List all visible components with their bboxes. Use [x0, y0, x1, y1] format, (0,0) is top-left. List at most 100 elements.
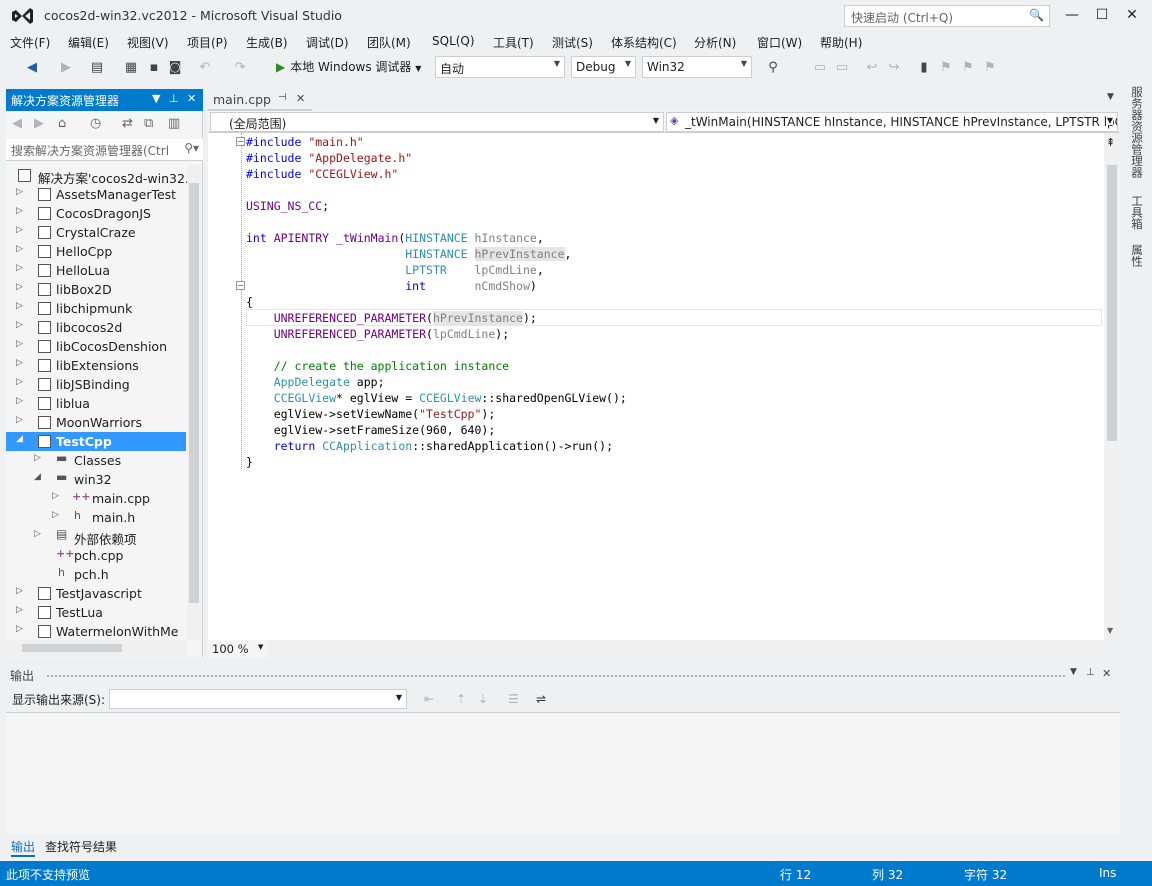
menu-window[interactable]: 窗口(W): [757, 34, 802, 51]
expand-icon[interactable]: ▷: [16, 320, 23, 330]
tree-item-project[interactable]: ▷ TestJavascript: [6, 584, 186, 603]
expand-icon[interactable]: ▷: [34, 453, 41, 463]
clear-all-icon[interactable]: ☰: [508, 692, 519, 706]
tree-item-project[interactable]: ▷ libJSBinding: [6, 375, 186, 394]
prev-bookmark-icon[interactable]: ⚑: [938, 60, 954, 76]
expand-icon[interactable]: ▷: [16, 396, 23, 406]
scrollbar-thumb[interactable]: [22, 644, 122, 652]
redo-icon[interactable]: ↷: [232, 60, 248, 76]
tab-output[interactable]: 输出: [11, 838, 36, 857]
tree-item-project[interactable]: ▷ HelloCpp: [6, 242, 186, 261]
forward-icon[interactable]: ▶: [34, 116, 44, 131]
menu-project[interactable]: 项目(P): [187, 34, 228, 51]
save-all-icon[interactable]: ◙: [167, 60, 183, 76]
find-in-files-icon[interactable]: ⚲: [765, 60, 781, 76]
menu-sql[interactable]: SQL(Q): [432, 34, 475, 48]
tree-item-folder[interactable]: ▷ ▬ Classes: [6, 451, 186, 470]
menu-help[interactable]: 帮助(H): [820, 34, 862, 51]
go-to-message-icon[interactable]: ⇤: [424, 692, 434, 706]
scroll-down-icon[interactable]: ▼: [1107, 626, 1113, 635]
solution-explorer-search[interactable]: 搜索解决方案资源管理器(Ctrl ⚲▾: [6, 139, 203, 161]
forward-icon[interactable]: ▶: [58, 60, 74, 76]
build-config-dropdown[interactable]: Debug ▼: [571, 56, 636, 78]
close-icon[interactable]: ✕: [1102, 667, 1111, 680]
next-bookmark-icon[interactable]: ⚑: [960, 60, 976, 76]
expand-icon[interactable]: ▷: [52, 510, 59, 520]
properties-tab[interactable]: 属性: [1129, 244, 1145, 267]
server-explorer-tab[interactable]: 服务器资源管理器: [1129, 86, 1145, 178]
editor-hscrollbar[interactable]: [270, 640, 1104, 658]
output-source-dropdown[interactable]: ▼: [109, 689, 407, 709]
toolbox-tab[interactable]: 工具箱: [1129, 195, 1145, 230]
tree-item-folder[interactable]: ◢ ▬ win32: [6, 470, 186, 489]
pin-icon[interactable]: ⊣: [278, 92, 287, 103]
platform-dropdown[interactable]: Win32 ▼: [642, 56, 752, 78]
expand-icon[interactable]: ▷: [16, 225, 23, 235]
tree-item-project-selected[interactable]: ◢ TestCpp: [6, 432, 186, 451]
expand-icon[interactable]: ▷: [16, 301, 23, 311]
home-icon[interactable]: ⌂: [58, 116, 66, 131]
document-tab-main-cpp[interactable]: main.cpp ⊣ ✕: [208, 89, 312, 111]
tree-item-project[interactable]: ▷ TestLua: [6, 603, 186, 622]
solution-explorer-hscrollbar[interactable]: [6, 640, 187, 656]
menu-debug[interactable]: 调试(D): [306, 34, 349, 51]
tree-item-solution[interactable]: 解决方案'cocos2d-win32.v: [6, 166, 196, 186]
expand-icon[interactable]: ▷: [16, 377, 23, 387]
menu-view[interactable]: 视图(V): [127, 34, 169, 51]
scrollbar-thumb[interactable]: [189, 183, 199, 603]
clear-bookmarks-icon[interactable]: ⚑: [982, 60, 998, 76]
close-button[interactable]: ✕: [1120, 4, 1144, 26]
tree-item-project[interactable]: ▷ libCocosDenshion: [6, 337, 186, 356]
tree-item-project[interactable]: ▷ libExtensions: [6, 356, 186, 375]
collapse-all-icon[interactable]: ⧉: [144, 116, 153, 131]
expand-icon[interactable]: ▷: [16, 187, 23, 197]
history-icon[interactable]: ◷: [90, 116, 101, 131]
zoom-dropdown[interactable]: 100 % ▼: [208, 640, 268, 658]
tree-item-file[interactable]: ▷ h main.h: [6, 508, 186, 527]
menu-edit[interactable]: 编辑(E): [68, 34, 109, 51]
menu-architecture[interactable]: 体系结构(C): [611, 34, 677, 51]
tree-item-project[interactable]: ▷ libBox2D: [6, 280, 186, 299]
expand-icon[interactable]: ▷: [16, 586, 23, 596]
prev-message-icon[interactable]: ⇡: [456, 692, 466, 706]
tree-item-project[interactable]: ▷ AssetsManagerTest: [6, 185, 186, 204]
sync-icon[interactable]: ⇄: [122, 116, 133, 131]
pin-icon[interactable]: ⊥: [169, 92, 179, 105]
function-dropdown[interactable]: ◈ _tWinMain(HINSTANCE hInstance, HINSTANC…: [666, 112, 1118, 132]
expand-icon[interactable]: ▷: [16, 263, 23, 273]
outdent-icon[interactable]: ↪: [886, 60, 902, 76]
tree-item-folder[interactable]: ▷ ▤ 外部依赖项: [6, 527, 186, 547]
scope-dropdown[interactable]: (全局范围) ▼: [210, 112, 664, 132]
menu-test[interactable]: 测试(S): [552, 34, 593, 51]
tree-item-file[interactable]: h pch.h: [6, 565, 186, 584]
comment-icon[interactable]: ▭: [812, 60, 828, 76]
close-icon[interactable]: ✕: [296, 92, 305, 105]
tree-item-project[interactable]: ▷ CocosDragonJS: [6, 204, 186, 223]
uncomment-icon[interactable]: ▭: [834, 60, 850, 76]
chevron-down-icon[interactable]: ▼: [152, 92, 160, 105]
expand-icon[interactable]: ▷: [16, 244, 23, 254]
tree-item-project[interactable]: ▷ CrystalCraze: [6, 223, 186, 242]
next-message-icon[interactable]: ⇣: [478, 692, 488, 706]
save-icon[interactable]: ▪: [146, 60, 162, 76]
tree-item-file[interactable]: ++ pch.cpp: [6, 546, 186, 565]
scrollbar-thumb[interactable]: [1107, 165, 1117, 441]
expand-icon[interactable]: ▷: [34, 529, 41, 539]
output-text-area[interactable]: [6, 712, 1120, 834]
properties-icon[interactable]: ▥: [168, 116, 180, 131]
tab-find-symbol-results[interactable]: 查找符号结果: [45, 838, 117, 855]
expand-icon[interactable]: ▷: [52, 491, 59, 501]
tree-item-file[interactable]: ▷ ++ main.cpp: [6, 489, 186, 508]
undo-icon[interactable]: ↶: [197, 60, 213, 76]
tree-item-project[interactable]: ▷ libchipmunk: [6, 299, 186, 318]
chevron-down-icon[interactable]: ▼: [1070, 667, 1077, 677]
collapse-region-icon[interactable]: −: [236, 281, 245, 290]
collapse-icon[interactable]: ◢: [34, 472, 41, 482]
menu-file[interactable]: 文件(F): [10, 34, 50, 51]
tree-item-project[interactable]: ▷ WatermelonWithMe: [6, 622, 186, 641]
expand-icon[interactable]: ▷: [16, 339, 23, 349]
back-icon[interactable]: ◀: [24, 60, 40, 76]
open-file-icon[interactable]: ▦: [123, 60, 139, 76]
new-project-icon[interactable]: ▤: [89, 60, 105, 76]
collapse-icon[interactable]: ◢: [16, 434, 23, 444]
